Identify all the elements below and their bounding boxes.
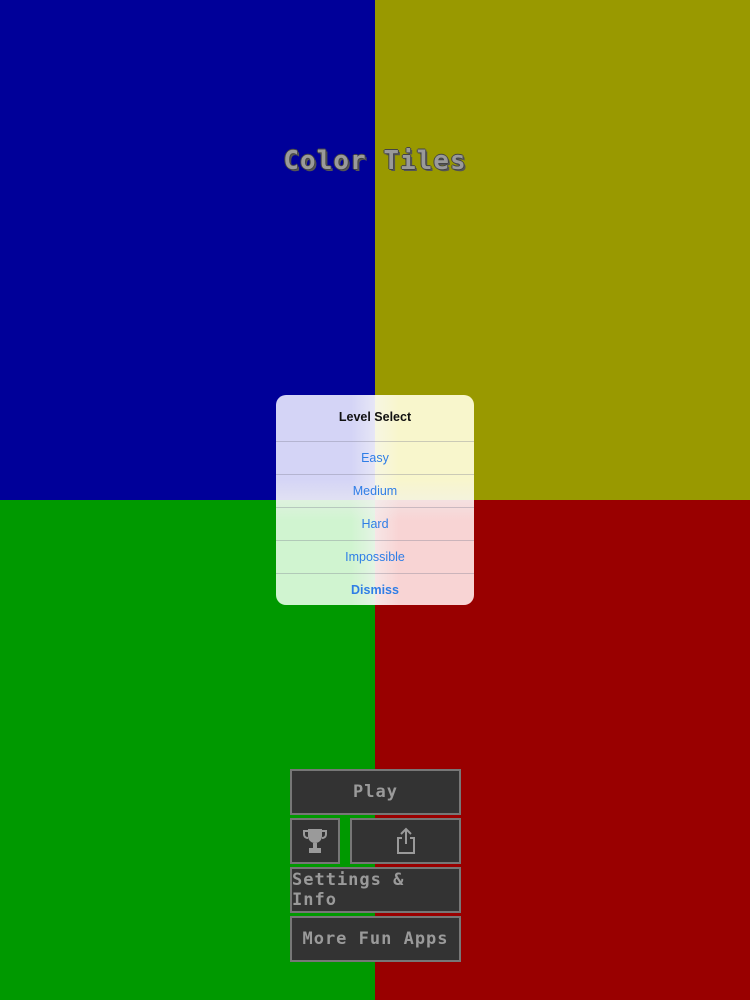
more-apps-button-label: More Fun Apps [302, 929, 449, 949]
play-button[interactable]: Play [290, 769, 461, 815]
trophy-icon [303, 827, 327, 855]
level-select-dialog: Level Select Easy Medium Hard Impossible… [276, 395, 474, 605]
leaderboard-button[interactable] [290, 818, 340, 864]
more-apps-button[interactable]: More Fun Apps [290, 916, 461, 962]
level-option-medium[interactable]: Medium [276, 474, 474, 507]
level-option-impossible[interactable]: Impossible [276, 540, 474, 573]
level-option-easy[interactable]: Easy [276, 441, 474, 474]
dismiss-button[interactable]: Dismiss [276, 573, 474, 605]
play-button-label: Play [353, 782, 398, 802]
dialog-title: Level Select [338, 410, 412, 424]
level-option-hard[interactable]: Hard [276, 507, 474, 540]
settings-button-label: Settings & Info [292, 870, 405, 910]
share-button[interactable] [350, 818, 461, 864]
share-icon [395, 827, 417, 855]
game-screen: Color Tiles Level Select Easy Medium Har… [0, 0, 750, 1000]
game-title: Color Tiles [283, 146, 467, 176]
settings-button[interactable]: Settings & Info [290, 867, 461, 913]
